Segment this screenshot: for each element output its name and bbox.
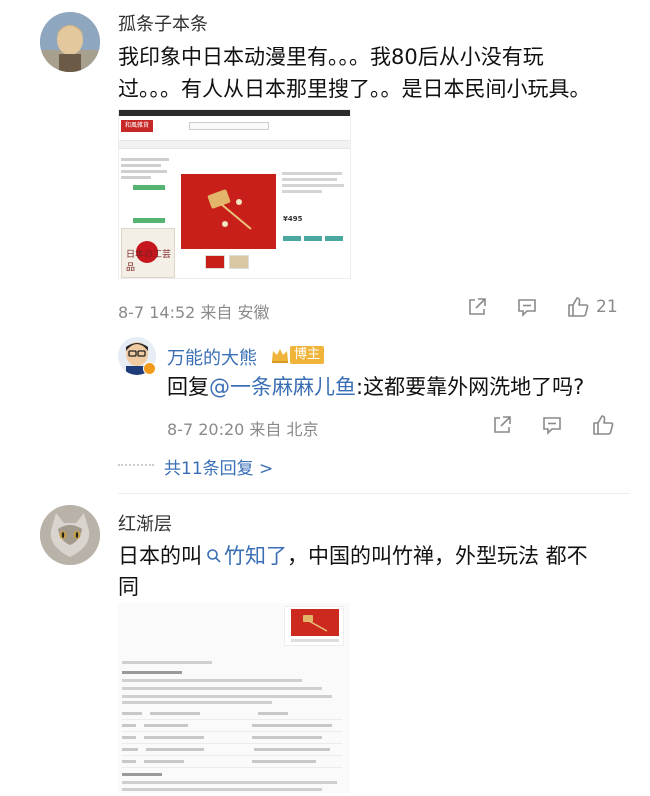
comparison-table [122, 708, 342, 768]
avatar[interactable] [40, 12, 100, 72]
text-line [122, 788, 322, 791]
avatar-image-icon [40, 12, 100, 72]
comment-text-line-2: 同 [118, 575, 139, 599]
text-line [122, 661, 212, 664]
comment-actions: 21 [466, 296, 618, 318]
bamboo-cicada-icon [291, 609, 339, 636]
coupon-button-2 [133, 218, 165, 223]
thumb-2 [229, 255, 249, 269]
divider [118, 493, 630, 494]
author-badge: 博主 [290, 346, 325, 364]
shop-logo: 和風雑貨 [121, 120, 153, 132]
text-line [122, 781, 337, 784]
text-line [122, 695, 332, 698]
text-part-2: ，中国的叫竹禅，外型玩法 都不 [287, 544, 588, 568]
comment-icon [543, 417, 561, 435]
sidebar-lines [121, 158, 173, 182]
table-row [122, 708, 342, 720]
table-row [122, 744, 342, 756]
table-row [122, 720, 342, 732]
comment-button[interactable] [516, 296, 538, 318]
comment-image[interactable]: 和風雑貨 日本の工芸品 ¥495 [118, 109, 351, 279]
username[interactable]: 红渐层 [118, 510, 172, 536]
reply-prefix: 回复 [167, 375, 209, 399]
tag-1 [283, 236, 301, 241]
thumbs-up-icon [568, 297, 589, 317]
text-line [122, 701, 272, 704]
ad-text: 日本の工芸品 [126, 250, 172, 273]
reply-text: 回复@一条麻麻儿鱼:这都要靠外网洗地了吗? [167, 370, 584, 404]
text-line [122, 679, 302, 682]
verified-badge-icon [143, 362, 156, 375]
banner-strip [119, 110, 350, 116]
product-info-lines [282, 172, 350, 196]
comment-image[interactable] [118, 603, 350, 793]
comment-text-line-2: 过。。。有人从日本那里搜了。。是日本民间小玩具。 [118, 77, 591, 101]
reply-comment-button[interactable] [541, 414, 563, 436]
text-line [122, 687, 322, 690]
search-box [189, 122, 269, 130]
reply-body: :这都要靠外网洗地了吗? [356, 375, 585, 399]
thumbs-up-icon [593, 415, 614, 435]
coupon-button [133, 185, 165, 190]
avatar[interactable] [40, 505, 100, 565]
comment-meta: 8-7 14:52 来自 安徽 [118, 303, 270, 322]
product-thumb [291, 609, 339, 636]
comment-text-line-1: 我印象中日本动漫里有。。。我80后从小没有玩 [118, 45, 544, 69]
like-button[interactable]: 21 [566, 296, 618, 318]
text-line [122, 671, 182, 674]
share-icon [494, 416, 511, 433]
nav-bar [119, 140, 350, 149]
ad-banner: 日本の工芸品 [121, 228, 175, 278]
table-row [122, 732, 342, 744]
reply-username[interactable]: 万能的大熊 [167, 344, 257, 370]
reply-like-button[interactable] [591, 414, 615, 436]
mention-link[interactable]: @一条麻麻儿鱼 [209, 375, 356, 399]
more-replies-link[interactable]: 共11条回复 > [164, 454, 273, 479]
search-link[interactable]: 竹知了 [202, 544, 287, 568]
table-row [122, 756, 342, 768]
cat-avatar-icon [40, 505, 100, 565]
share-icon [469, 298, 486, 315]
comment-text-line-1: 日本的叫 竹知了，中国的叫竹禅，外型玩法 都不 [118, 539, 588, 573]
image-card [284, 606, 344, 646]
dotted-divider [118, 464, 154, 466]
search-link-text: 竹知了 [224, 544, 287, 568]
tag-3 [325, 236, 343, 241]
thumb-1 [205, 255, 225, 269]
like-count: 21 [596, 297, 618, 317]
share-button[interactable] [466, 296, 488, 318]
bamboo-cicada-icon [181, 174, 276, 249]
username[interactable]: 孤条子本条 [118, 10, 208, 36]
reply-share-button[interactable] [491, 414, 513, 436]
text-line [122, 773, 162, 776]
product-image [181, 174, 276, 249]
reply-meta: 8-7 20:20 来自 北京 [167, 420, 319, 439]
caption-line [291, 639, 339, 642]
text-part-1: 日本的叫 [118, 544, 202, 568]
product-price: ¥495 [283, 215, 303, 223]
search-icon [207, 549, 221, 563]
crown-icon [272, 349, 288, 363]
tag-2 [304, 236, 322, 241]
reply-actions [491, 414, 615, 436]
comment-icon [518, 299, 536, 317]
